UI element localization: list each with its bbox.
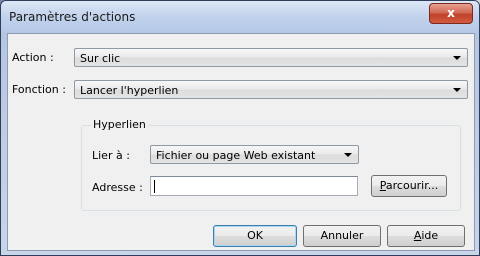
ok-button[interactable]: OK bbox=[213, 225, 297, 247]
lier-label: Lier à : bbox=[92, 149, 130, 162]
text-caret bbox=[154, 180, 155, 193]
parcourir-label: arcourir... bbox=[385, 179, 439, 192]
annuler-button[interactable]: Annuler bbox=[303, 225, 381, 247]
action-combobox[interactable]: Sur clic bbox=[74, 48, 468, 67]
chevron-down-icon bbox=[453, 56, 461, 60]
fonction-combobox[interactable]: Lancer l'hyperlien bbox=[74, 80, 468, 99]
annuler-label: Annuler bbox=[320, 229, 364, 242]
chevron-down-icon bbox=[344, 153, 352, 157]
close-icon: x bbox=[447, 6, 455, 20]
action-value: Sur clic bbox=[80, 52, 121, 65]
dialog-window: Paramètres d'actions x Action : Sur clic… bbox=[0, 0, 480, 256]
close-button[interactable]: x bbox=[429, 3, 473, 24]
hyperlien-group bbox=[81, 125, 461, 211]
adresse-input[interactable] bbox=[150, 176, 358, 196]
lier-value: Fichier ou page Web existant bbox=[156, 149, 316, 162]
window-title: Paramètres d'actions bbox=[9, 10, 136, 24]
ok-label: OK bbox=[247, 229, 263, 242]
dialog-body: Action : Sur clic Fonction : Lancer l'hy… bbox=[7, 33, 475, 251]
action-label: Action : bbox=[12, 51, 54, 64]
fonction-value: Lancer l'hyperlien bbox=[80, 84, 179, 97]
aide-button[interactable]: Aide bbox=[387, 225, 465, 247]
fonction-label: Fonction : bbox=[12, 83, 66, 96]
parcourir-button[interactable]: Parcourir... bbox=[371, 175, 447, 197]
lier-combobox[interactable]: Fichier ou page Web existant bbox=[150, 145, 359, 164]
chevron-down-icon bbox=[453, 88, 461, 92]
title-bar[interactable]: Paramètres d'actions x bbox=[1, 1, 479, 33]
aide-label: ide bbox=[421, 229, 439, 242]
hyperlien-group-title: Hyperlien bbox=[91, 118, 148, 131]
adresse-label: Adresse : bbox=[92, 181, 143, 194]
